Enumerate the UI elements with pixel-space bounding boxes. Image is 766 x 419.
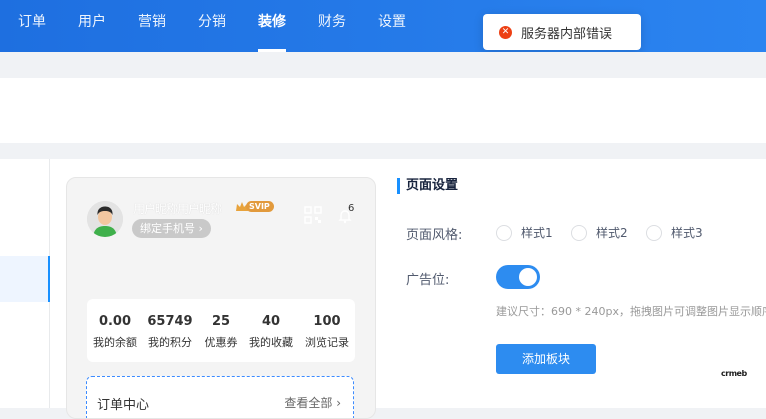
error-icon: ✕ — [499, 25, 512, 39]
style-radio-3[interactable]: 样式3 — [646, 224, 703, 241]
left-menu-active-item[interactable] — [0, 256, 50, 302]
nav-item-settings[interactable]: 设置 — [378, 0, 406, 52]
nav-item-finance[interactable]: 财务 — [318, 0, 346, 52]
radio-circle[interactable] — [571, 224, 587, 241]
username: 用户昵称用户昵称 — [133, 202, 222, 216]
style-radio-label: 样式3 — [671, 226, 703, 240]
style-radio-label: 样式1 — [521, 226, 553, 240]
stat-history[interactable]: 100 浏览记录 — [297, 314, 357, 350]
section-gap — [0, 143, 766, 159]
stat-label: 我的收藏 — [249, 336, 293, 349]
view-all-orders-link[interactable]: 查看全部 › — [284, 394, 341, 411]
add-block-button[interactable]: 添加板块 — [496, 344, 596, 374]
stat-balance[interactable]: 0.00 我的余额 — [85, 314, 145, 350]
stat-value: 100 — [313, 314, 341, 329]
account-stats: 0.00 我的余额 65749 我的积分 25 优惠券 40 我的收藏 100 … — [87, 299, 355, 362]
stat-favorites[interactable]: 40 我的收藏 — [241, 314, 301, 350]
top-nav-bar: 订单 用户 营销 分销 装修 财务 设置 — [0, 0, 766, 52]
size-hint: 建议尺寸：690 * 240px，拖拽图片可调整图片显示顺序 — [496, 305, 766, 318]
page-settings-panel: 页面设置 页面风格: 样式1 样式2 样式3 广告位: 建议尺寸：690 * 2… — [397, 159, 766, 408]
avatar — [87, 201, 123, 237]
avatar-icon — [87, 201, 123, 237]
bind-phone-button[interactable]: 绑定手机号 › — [132, 219, 211, 238]
page-settings-title: 页面设置 — [397, 178, 458, 194]
member-code-icon[interactable] — [303, 205, 323, 225]
nav-item-marketing[interactable]: 营销 — [138, 0, 166, 52]
radio-circle[interactable] — [646, 224, 662, 241]
order-center-block[interactable]: 订单中心 查看全部 › — [86, 376, 354, 418]
page-header-panel — [0, 78, 766, 143]
nav-item-decoration[interactable]: 装修 — [258, 0, 286, 52]
error-toast: ✕ 服务器内部错误 — [483, 14, 641, 50]
stat-label: 浏览记录 — [305, 336, 349, 349]
radio-circle[interactable] — [496, 224, 512, 241]
nav-item-users[interactable]: 用户 — [78, 0, 106, 52]
nav-item-orders[interactable]: 订单 — [18, 0, 46, 52]
order-center-title: 订单中心 — [97, 398, 150, 413]
style-radio-label: 样式2 — [596, 226, 628, 240]
crmeb-watermark: crmeb — [721, 369, 747, 378]
stat-value: 0.00 — [98, 314, 132, 329]
style-radio-1[interactable]: 样式1 — [496, 224, 553, 241]
left-menu — [0, 159, 50, 408]
ad-slot-label: 广告位: — [406, 273, 450, 288]
style-radio-2[interactable]: 样式2 — [571, 224, 628, 241]
phone-preview: 用户昵称用户昵称 SVIP 绑定手机号 › 6 0.00 我的余额 65749 … — [66, 177, 376, 419]
page-style-label: 页面风格: — [406, 228, 463, 243]
svip-badge: SVIP — [235, 199, 275, 214]
nav-item-distribution[interactable]: 分销 — [198, 0, 226, 52]
main-content: 用户昵称用户昵称 SVIP 绑定手机号 › 6 0.00 我的余额 65749 … — [0, 159, 766, 419]
stat-value: 40 — [261, 314, 281, 329]
svip-label: SVIP — [246, 201, 274, 212]
stat-label: 我的余额 — [93, 336, 137, 349]
message-count: 6 — [348, 203, 355, 214]
toggle-knob — [519, 268, 537, 286]
error-toast-message: 服务器内部错误 — [521, 26, 613, 42]
tabs-strip — [0, 52, 766, 78]
ad-slot-toggle[interactable] — [496, 265, 540, 289]
